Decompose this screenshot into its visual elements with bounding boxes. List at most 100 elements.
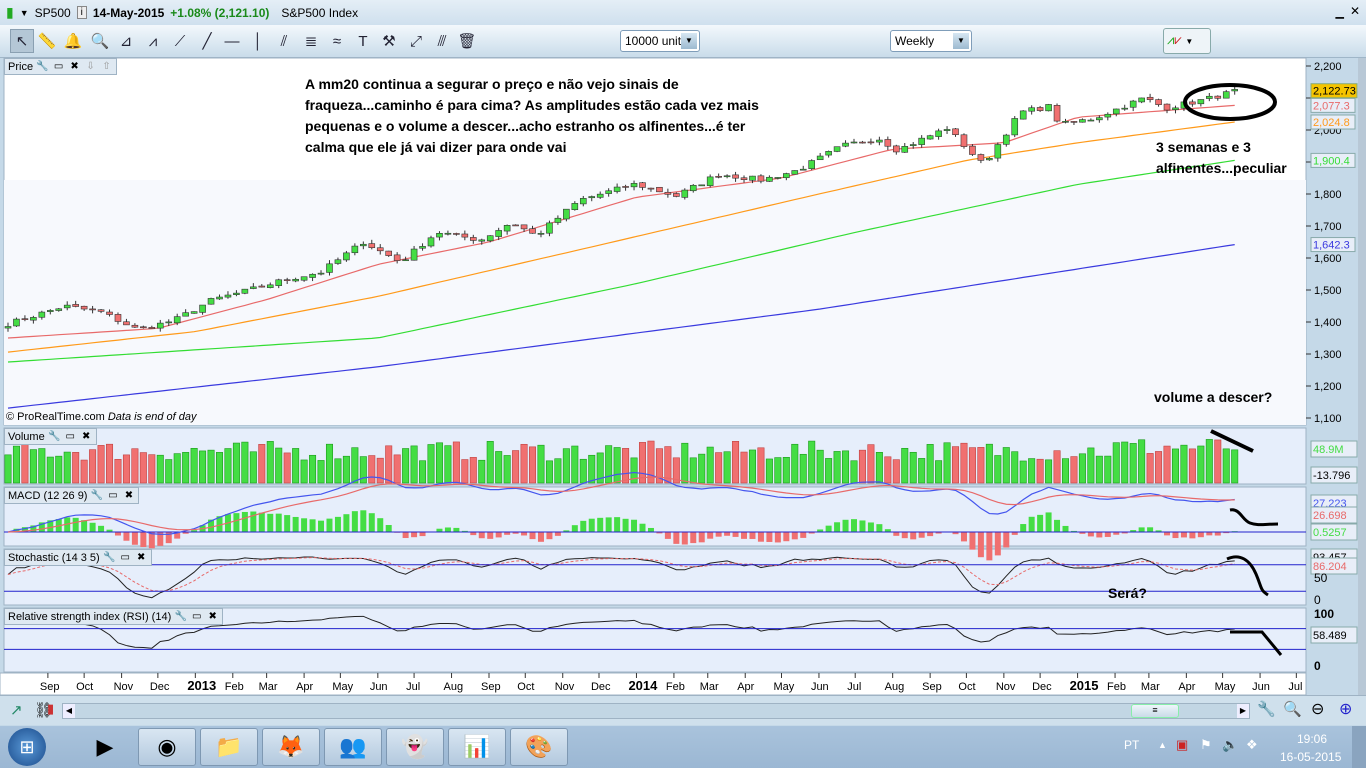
candle-body bbox=[859, 141, 866, 144]
candle-body bbox=[1045, 104, 1052, 112]
candle bbox=[13, 317, 20, 327]
channel-pattern-icon[interactable]: ⩘ bbox=[141, 29, 165, 53]
close-panel-icon[interactable]: ✖ bbox=[122, 489, 135, 502]
wrench-icon[interactable]: 🔧 bbox=[174, 610, 187, 623]
candle-body bbox=[833, 146, 841, 152]
zoom-out-icon[interactable]: ⊖ bbox=[1311, 699, 1324, 719]
volume-bar bbox=[1087, 447, 1095, 484]
clock-time[interactable]: 19:06 bbox=[1297, 732, 1327, 746]
candle bbox=[698, 184, 706, 187]
auto-zoom-icon[interactable]: 🔍 bbox=[1283, 700, 1302, 718]
macd-histogram-bar bbox=[241, 511, 248, 532]
chart-type-icon[interactable]: ▮ bbox=[47, 701, 54, 717]
paint-icon[interactable]: 🎨 bbox=[510, 728, 568, 766]
macd-histogram-bar bbox=[715, 532, 722, 537]
volume-scale-label: -13.796 bbox=[1310, 466, 1358, 484]
scroll-thumb[interactable]: ≡ bbox=[1131, 704, 1179, 718]
network-icon[interactable]: ▣ bbox=[1176, 737, 1188, 753]
firefox-icon[interactable]: 🦊 bbox=[262, 728, 320, 766]
candle-body bbox=[740, 177, 748, 180]
show-desktop-button[interactable] bbox=[1352, 726, 1366, 768]
candle-body bbox=[656, 186, 663, 193]
ruler-icon[interactable]: 📏 bbox=[35, 29, 59, 53]
volume-bar bbox=[816, 449, 824, 484]
time-tick-label: Mar bbox=[259, 681, 278, 693]
pointer-icon[interactable]: ↖ bbox=[10, 29, 34, 53]
prorealtime-icon[interactable]: 📊 bbox=[448, 728, 506, 766]
start-button[interactable]: ⊞ bbox=[8, 728, 46, 766]
close-panel-icon[interactable]: ✖ bbox=[206, 610, 219, 623]
volume-bar bbox=[1214, 439, 1222, 484]
segment-icon[interactable]: ⟋ bbox=[168, 29, 192, 53]
window-icon[interactable]: ▭ bbox=[106, 489, 119, 502]
clock-date[interactable]: 16-05-2015 bbox=[1280, 750, 1341, 764]
taskbar: ⊞ ▶ ◉ 📁 🦊 👥 👻 📊 🎨 PT ▲ ▣ ⚑ 🔈 ❖ 19:06 16-05-2015 bbox=[0, 726, 1366, 768]
window-icon[interactable]: ▭ bbox=[52, 60, 65, 73]
point-line-icon[interactable]: ⤢ bbox=[404, 29, 428, 53]
dropbox-icon[interactable]: ❖ bbox=[1246, 737, 1258, 753]
file-explorer-icon[interactable]: 📁 bbox=[200, 728, 258, 766]
zoom-magnifier-icon[interactable]: 🔍 bbox=[88, 29, 112, 53]
wrench-icon[interactable]: 🔧 bbox=[36, 60, 49, 73]
window-icon[interactable]: ▭ bbox=[190, 610, 203, 623]
trend-channel-icon[interactable]: ≈ bbox=[325, 29, 349, 53]
ghost-app-icon[interactable]: 👻 bbox=[386, 728, 444, 766]
alarm-bell-icon[interactable]: 🔔 bbox=[61, 29, 85, 53]
move-up-icon[interactable]: ⇧ bbox=[100, 60, 113, 73]
fibonacci-icon[interactable]: ≣ bbox=[299, 29, 323, 53]
volume-bar bbox=[325, 443, 333, 484]
volume-bar bbox=[1002, 447, 1010, 484]
chrome-icon[interactable]: ◉ bbox=[138, 728, 196, 766]
window-icon[interactable]: ▭ bbox=[119, 551, 132, 564]
close-panel-icon[interactable]: ✖ bbox=[135, 551, 148, 564]
triangle-pattern-icon[interactable]: ⊿ bbox=[114, 29, 138, 53]
media-player-icon[interactable]: ▶ bbox=[76, 728, 134, 766]
macd-histogram-bar bbox=[1164, 532, 1171, 536]
chart-settings-icon[interactable]: 🔧 bbox=[1257, 700, 1276, 718]
volume-bar bbox=[1062, 458, 1070, 484]
flag-icon[interactable]: ⚑ bbox=[1200, 737, 1212, 753]
volume-icon[interactable]: 🔈 bbox=[1222, 737, 1238, 753]
candle-body bbox=[622, 186, 629, 188]
candle-body bbox=[1019, 110, 1027, 120]
wrench-icon[interactable]: 🔧 bbox=[48, 430, 61, 443]
macd-histogram-bar bbox=[402, 532, 409, 539]
move-down-icon[interactable]: ⇩ bbox=[84, 60, 97, 73]
text-icon[interactable]: T bbox=[351, 29, 375, 53]
show-hidden-icons[interactable]: ▲ bbox=[1158, 740, 1167, 750]
vertical-line-icon[interactable]: │ bbox=[246, 29, 270, 53]
volume-bar bbox=[943, 442, 951, 484]
tools-icon[interactable]: ⚒ bbox=[377, 29, 401, 53]
window-icon[interactable]: ▭ bbox=[64, 430, 77, 443]
candle-body bbox=[1028, 107, 1035, 112]
wrench-icon[interactable]: 🔧 bbox=[90, 489, 103, 502]
zoom-in-icon[interactable]: ⊕ bbox=[1339, 699, 1352, 719]
messenger-icon[interactable]: 👥 bbox=[324, 728, 382, 766]
scroll-right-icon[interactable]: ▶ bbox=[1237, 704, 1249, 718]
trash-icon[interactable]: 🗑 bbox=[455, 29, 479, 53]
candle-body bbox=[791, 170, 799, 175]
volume-bar bbox=[681, 442, 689, 484]
horizontal-scrollbar[interactable]: ◀ ≡ ▶ bbox=[62, 703, 1250, 719]
scroll-left-icon[interactable]: ◀ bbox=[63, 704, 75, 718]
volume-bar bbox=[1205, 439, 1213, 484]
close-panel-icon[interactable]: ✖ bbox=[80, 430, 93, 443]
horizontal-line-icon[interactable]: — bbox=[220, 29, 244, 53]
export-icon[interactable]: ↗ bbox=[10, 701, 23, 719]
candle-body bbox=[1121, 107, 1129, 110]
extended-line-icon[interactable]: ⫻ bbox=[430, 29, 454, 53]
volume-bar bbox=[63, 451, 71, 484]
wrench-icon[interactable]: 🔧 bbox=[103, 551, 116, 564]
language-indicator[interactable]: PT bbox=[1124, 738, 1139, 752]
close-panel-icon[interactable]: ✖ bbox=[68, 60, 81, 73]
volume-bar bbox=[1197, 445, 1205, 484]
macd-histogram-bar bbox=[1180, 532, 1187, 538]
annotation-line: 3 semanas e 3 bbox=[1156, 139, 1251, 155]
label-text: 2,024.8 bbox=[1313, 117, 1350, 129]
candle-body bbox=[114, 314, 122, 322]
parallel-lines-icon[interactable]: ⫽ bbox=[272, 29, 296, 53]
time-tick-label: May bbox=[332, 681, 353, 693]
line-icon[interactable]: ╱ bbox=[195, 29, 219, 53]
macd-histogram-bar bbox=[487, 532, 494, 539]
candle-body bbox=[1087, 119, 1095, 122]
